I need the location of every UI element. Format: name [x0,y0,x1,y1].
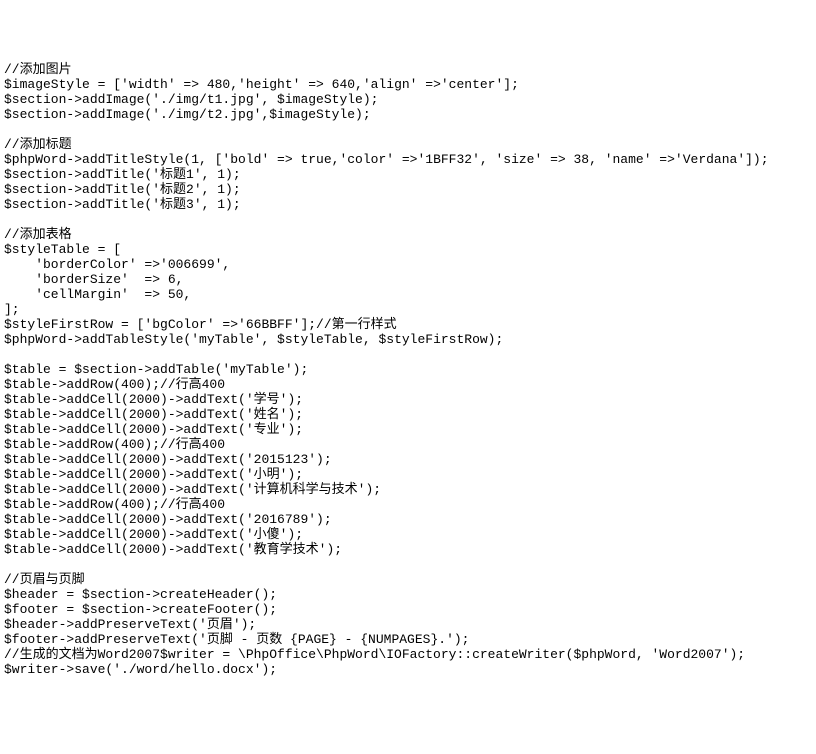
code-line: //添加表格 [4,227,812,242]
code-line: $table->addCell(2000)->addText('2015123'… [4,452,812,467]
code-line: $footer->addPreserveText('页脚 - 页数 {PAGE}… [4,632,812,647]
code-line: //页眉与页脚 [4,572,812,587]
code-line: ]; [4,302,812,317]
code-line: $table->addCell(2000)->addText('计算机科学与技术… [4,482,812,497]
code-line: $section->addTitle('标题1', 1); [4,167,812,182]
code-line: //添加图片 [4,62,812,77]
code-line: $table->addCell(2000)->addText('小傻'); [4,527,812,542]
code-line: $table->addCell(2000)->addText('2016789'… [4,512,812,527]
code-line: $styleTable = [ [4,242,812,257]
code-line: $table->addRow(400);//行高400 [4,377,812,392]
code-line: $footer = $section->createFooter(); [4,602,812,617]
code-line: $header = $section->createHeader(); [4,587,812,602]
code-line: $header->addPreserveText('页眉'); [4,617,812,632]
code-line [4,557,812,572]
code-line: $section->addImage('./img/t2.jpg',$image… [4,107,812,122]
code-line: 'borderSize' => 6, [4,272,812,287]
code-line: $styleFirstRow = ['bgColor' =>'66BBFF'];… [4,317,812,332]
code-line: $table->addCell(2000)->addText('学号'); [4,392,812,407]
code-line [4,122,812,137]
code-line: $phpWord->addTitleStyle(1, ['bold' => tr… [4,152,812,167]
code-line: 'borderColor' =>'006699', [4,257,812,272]
code-line: $section->addTitle('标题3', 1); [4,197,812,212]
code-line: $table->addRow(400);//行高400 [4,437,812,452]
php-code-block: //添加图片$imageStyle = ['width' => 480,'hei… [4,62,812,677]
code-line: $imageStyle = ['width' => 480,'height' =… [4,77,812,92]
code-line: //添加标题 [4,137,812,152]
code-line: $table->addCell(2000)->addText('姓名'); [4,407,812,422]
code-line: $table->addCell(2000)->addText('专业'); [4,422,812,437]
code-line: 'cellMargin' => 50, [4,287,812,302]
code-line: $table->addCell(2000)->addText('教育学技术'); [4,542,812,557]
code-line: $writer->save('./word/hello.docx'); [4,662,812,677]
code-line: $table->addCell(2000)->addText('小明'); [4,467,812,482]
code-line: $section->addImage('./img/t1.jpg', $imag… [4,92,812,107]
code-line: $phpWord->addTableStyle('myTable', $styl… [4,332,812,347]
code-line: $table->addRow(400);//行高400 [4,497,812,512]
code-line [4,347,812,362]
code-line: $section->addTitle('标题2', 1); [4,182,812,197]
code-line: //生成的文档为Word2007$writer = \PhpOffice\Php… [4,647,812,662]
code-line: $table = $section->addTable('myTable'); [4,362,812,377]
code-line [4,212,812,227]
